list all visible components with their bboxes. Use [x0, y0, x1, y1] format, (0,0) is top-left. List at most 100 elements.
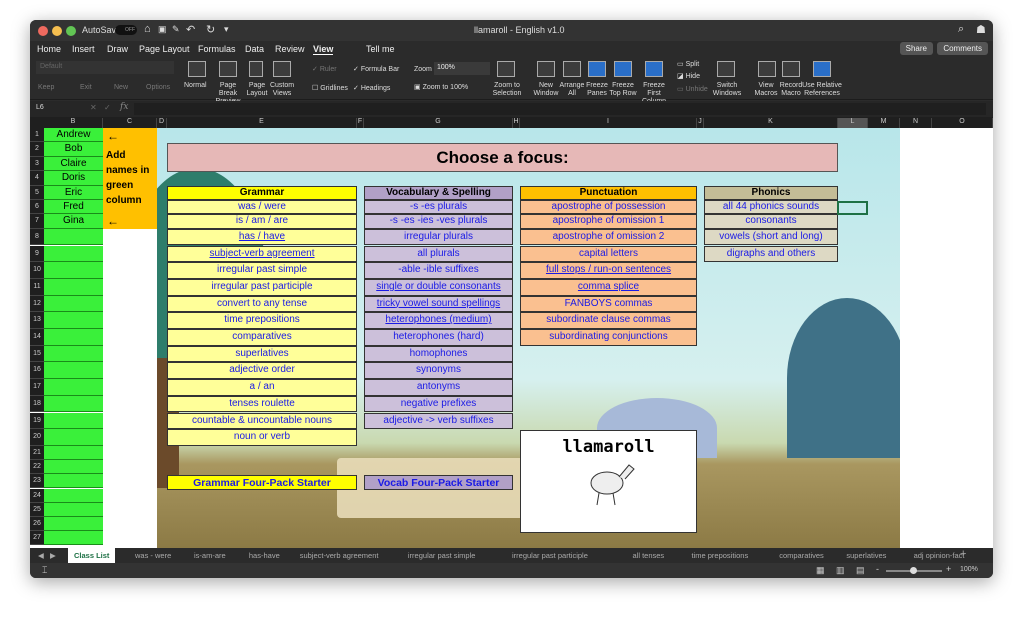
page-break-icon[interactable]	[219, 61, 237, 77]
arrange-all-icon[interactable]	[563, 61, 581, 77]
name-box[interactable]: L6	[36, 104, 44, 111]
vocab-item-link[interactable]: homophones	[364, 345, 513, 363]
use-relative-references-button[interactable]: Use Relative References	[802, 82, 842, 98]
column-header-E[interactable]: E	[167, 118, 357, 128]
sheet-tab[interactable]: is-am-are	[194, 551, 226, 560]
row-header-22[interactable]: 22	[30, 460, 44, 475]
grammar-item-link[interactable]: convert to any tense	[167, 295, 357, 313]
empty-name-cell[interactable]	[44, 262, 103, 279]
sheet-tab[interactable]: all tenses	[633, 551, 665, 560]
phonics-item-link[interactable]: digraphs and others	[704, 245, 838, 263]
scroll-right-icon[interactable]: ▶	[50, 551, 56, 560]
unhide-button[interactable]: ▭ Unhide	[677, 86, 708, 94]
row-header-4[interactable]: 4	[30, 171, 44, 186]
phonics-item-link[interactable]: consonants	[704, 214, 838, 229]
row-header-21[interactable]: 21	[30, 445, 44, 461]
grammar-item-link[interactable]: noun or verb	[167, 429, 357, 446]
column-header-N[interactable]: N	[900, 118, 932, 128]
name-cell[interactable]: Andrew	[44, 128, 103, 143]
sheet-tab[interactable]: comparatives	[779, 551, 824, 560]
row-header-15[interactable]: 15	[30, 345, 44, 363]
record-macro-button[interactable]: Record Macro	[778, 82, 804, 98]
relative-references-icon[interactable]	[813, 61, 831, 77]
row-header-3[interactable]: 3	[30, 156, 44, 172]
normal-view-icon[interactable]	[188, 61, 206, 77]
row-header-14[interactable]: 14	[30, 329, 44, 346]
vocab-item-link[interactable]: heterophones (hard)	[364, 329, 513, 346]
punctuation-item-link[interactable]: FANBOYS commas	[520, 295, 697, 313]
record-icon[interactable]: ⌶	[42, 565, 47, 576]
grammar-item-link[interactable]: subject-verb agreement	[167, 245, 357, 263]
page-break-status-icon[interactable]: ▥	[836, 565, 845, 576]
row-header-1[interactable]: 1	[30, 128, 44, 143]
share-button[interactable]: Share	[899, 42, 933, 55]
gridlines-checkbox[interactable]: ☐ Gridlines	[312, 85, 348, 93]
row-header-13[interactable]: 13	[30, 312, 44, 329]
autosave-toggle[interactable]: OFF	[115, 25, 137, 35]
menu-insert[interactable]: Insert	[72, 44, 95, 54]
phonics-item-link[interactable]: all 44 phonics sounds	[704, 200, 838, 215]
vocab-item-link[interactable]: all plurals	[364, 245, 513, 263]
custom-views-icon[interactable]	[273, 61, 291, 77]
grammar-item-link[interactable]: time prepositions	[167, 312, 357, 329]
punctuation-item-link[interactable]: subordinating conjunctions	[520, 329, 697, 346]
minimize-button[interactable]	[52, 26, 62, 36]
sheet-tab[interactable]: time prepositions	[692, 551, 749, 560]
split-button[interactable]: ▭ Split	[677, 61, 699, 69]
phonics-item-link[interactable]: vowels (short and long)	[704, 228, 838, 246]
row-header-24[interactable]: 24	[30, 488, 44, 503]
exit-button[interactable]: Exit	[80, 84, 92, 92]
sheet-tab[interactable]: has-have	[249, 551, 280, 560]
confirm-icon[interactable]: ✓	[104, 103, 111, 112]
grammar-item-link[interactable]: adjective order	[167, 362, 357, 380]
zoom-selection-icon[interactable]	[497, 61, 515, 77]
empty-name-cell[interactable]	[44, 474, 103, 489]
column-header-O[interactable]: O	[932, 118, 993, 128]
vocab-item-link[interactable]: -able -ible suffixes	[364, 262, 513, 279]
menu-home[interactable]: Home	[37, 44, 61, 54]
freeze-top-row-button[interactable]: Freeze Top Row	[608, 82, 638, 98]
name-cell[interactable]: Fred	[44, 200, 103, 215]
row-header-20[interactable]: 20	[30, 429, 44, 446]
row-header-12[interactable]: 12	[30, 295, 44, 313]
name-cell[interactable]: Doris	[44, 171, 103, 186]
sheet-tab[interactable]: superlatives	[846, 551, 886, 560]
cancel-icon[interactable]: ✕	[90, 103, 97, 112]
sheet-tab[interactable]: subject-verb agreement	[300, 551, 379, 560]
new-view-button[interactable]: New	[114, 84, 128, 92]
vocab-item-link[interactable]: single or double consonants	[364, 278, 513, 296]
formula-input[interactable]	[134, 103, 986, 115]
vocab-item-link[interactable]: tricky vowel sound spellings	[364, 295, 513, 313]
empty-name-cell[interactable]	[44, 345, 103, 363]
punctuation-item-link[interactable]: subordinate clause commas	[520, 312, 697, 329]
user-icon[interactable]: ☗	[976, 23, 986, 36]
sheet-tab[interactable]: Class List	[68, 548, 116, 563]
sheet-view-select[interactable]: Default	[36, 61, 174, 74]
row-header-7[interactable]: 7	[30, 214, 44, 229]
vocab-item-link[interactable]: antonyms	[364, 379, 513, 396]
menu-tell-me[interactable]: Tell me	[366, 44, 395, 54]
record-macro-icon[interactable]	[782, 61, 800, 77]
freeze-panes-button[interactable]: Freeze Panes	[584, 82, 610, 98]
freeze-panes-icon[interactable]	[588, 61, 606, 77]
view-macros-button[interactable]: View Macros	[753, 82, 779, 98]
zoom-to-100-button[interactable]: ▣ Zoom to 100%	[414, 84, 468, 92]
empty-name-cell[interactable]	[44, 245, 103, 263]
zoom-slider-thumb[interactable]	[910, 567, 917, 574]
function-icon[interactable]: fx	[120, 102, 128, 112]
name-cell[interactable]: Gina	[44, 214, 103, 229]
row-header-6[interactable]: 6	[30, 200, 44, 215]
empty-name-cell[interactable]	[44, 488, 103, 503]
freeze-top-row-icon[interactable]	[614, 61, 632, 77]
grammar-item-link[interactable]: has / have	[167, 228, 357, 246]
empty-name-cell[interactable]	[44, 531, 103, 546]
row-header-17[interactable]: 17	[30, 379, 44, 396]
row-header-19[interactable]: 19	[30, 412, 44, 430]
empty-name-cell[interactable]	[44, 502, 103, 517]
row-header-8[interactable]: 8	[30, 228, 44, 246]
maximize-button[interactable]	[66, 26, 76, 36]
row-header-2[interactable]: 2	[30, 142, 44, 157]
row-header-5[interactable]: 5	[30, 185, 44, 200]
sheet-grid[interactable]: 1 2 3 4 5 6 7 8 9 10 11 12 13 14 15 16 17 18 19 20 21 22 23 24 2…	[30, 128, 993, 548]
empty-name-cell[interactable]	[44, 329, 103, 346]
